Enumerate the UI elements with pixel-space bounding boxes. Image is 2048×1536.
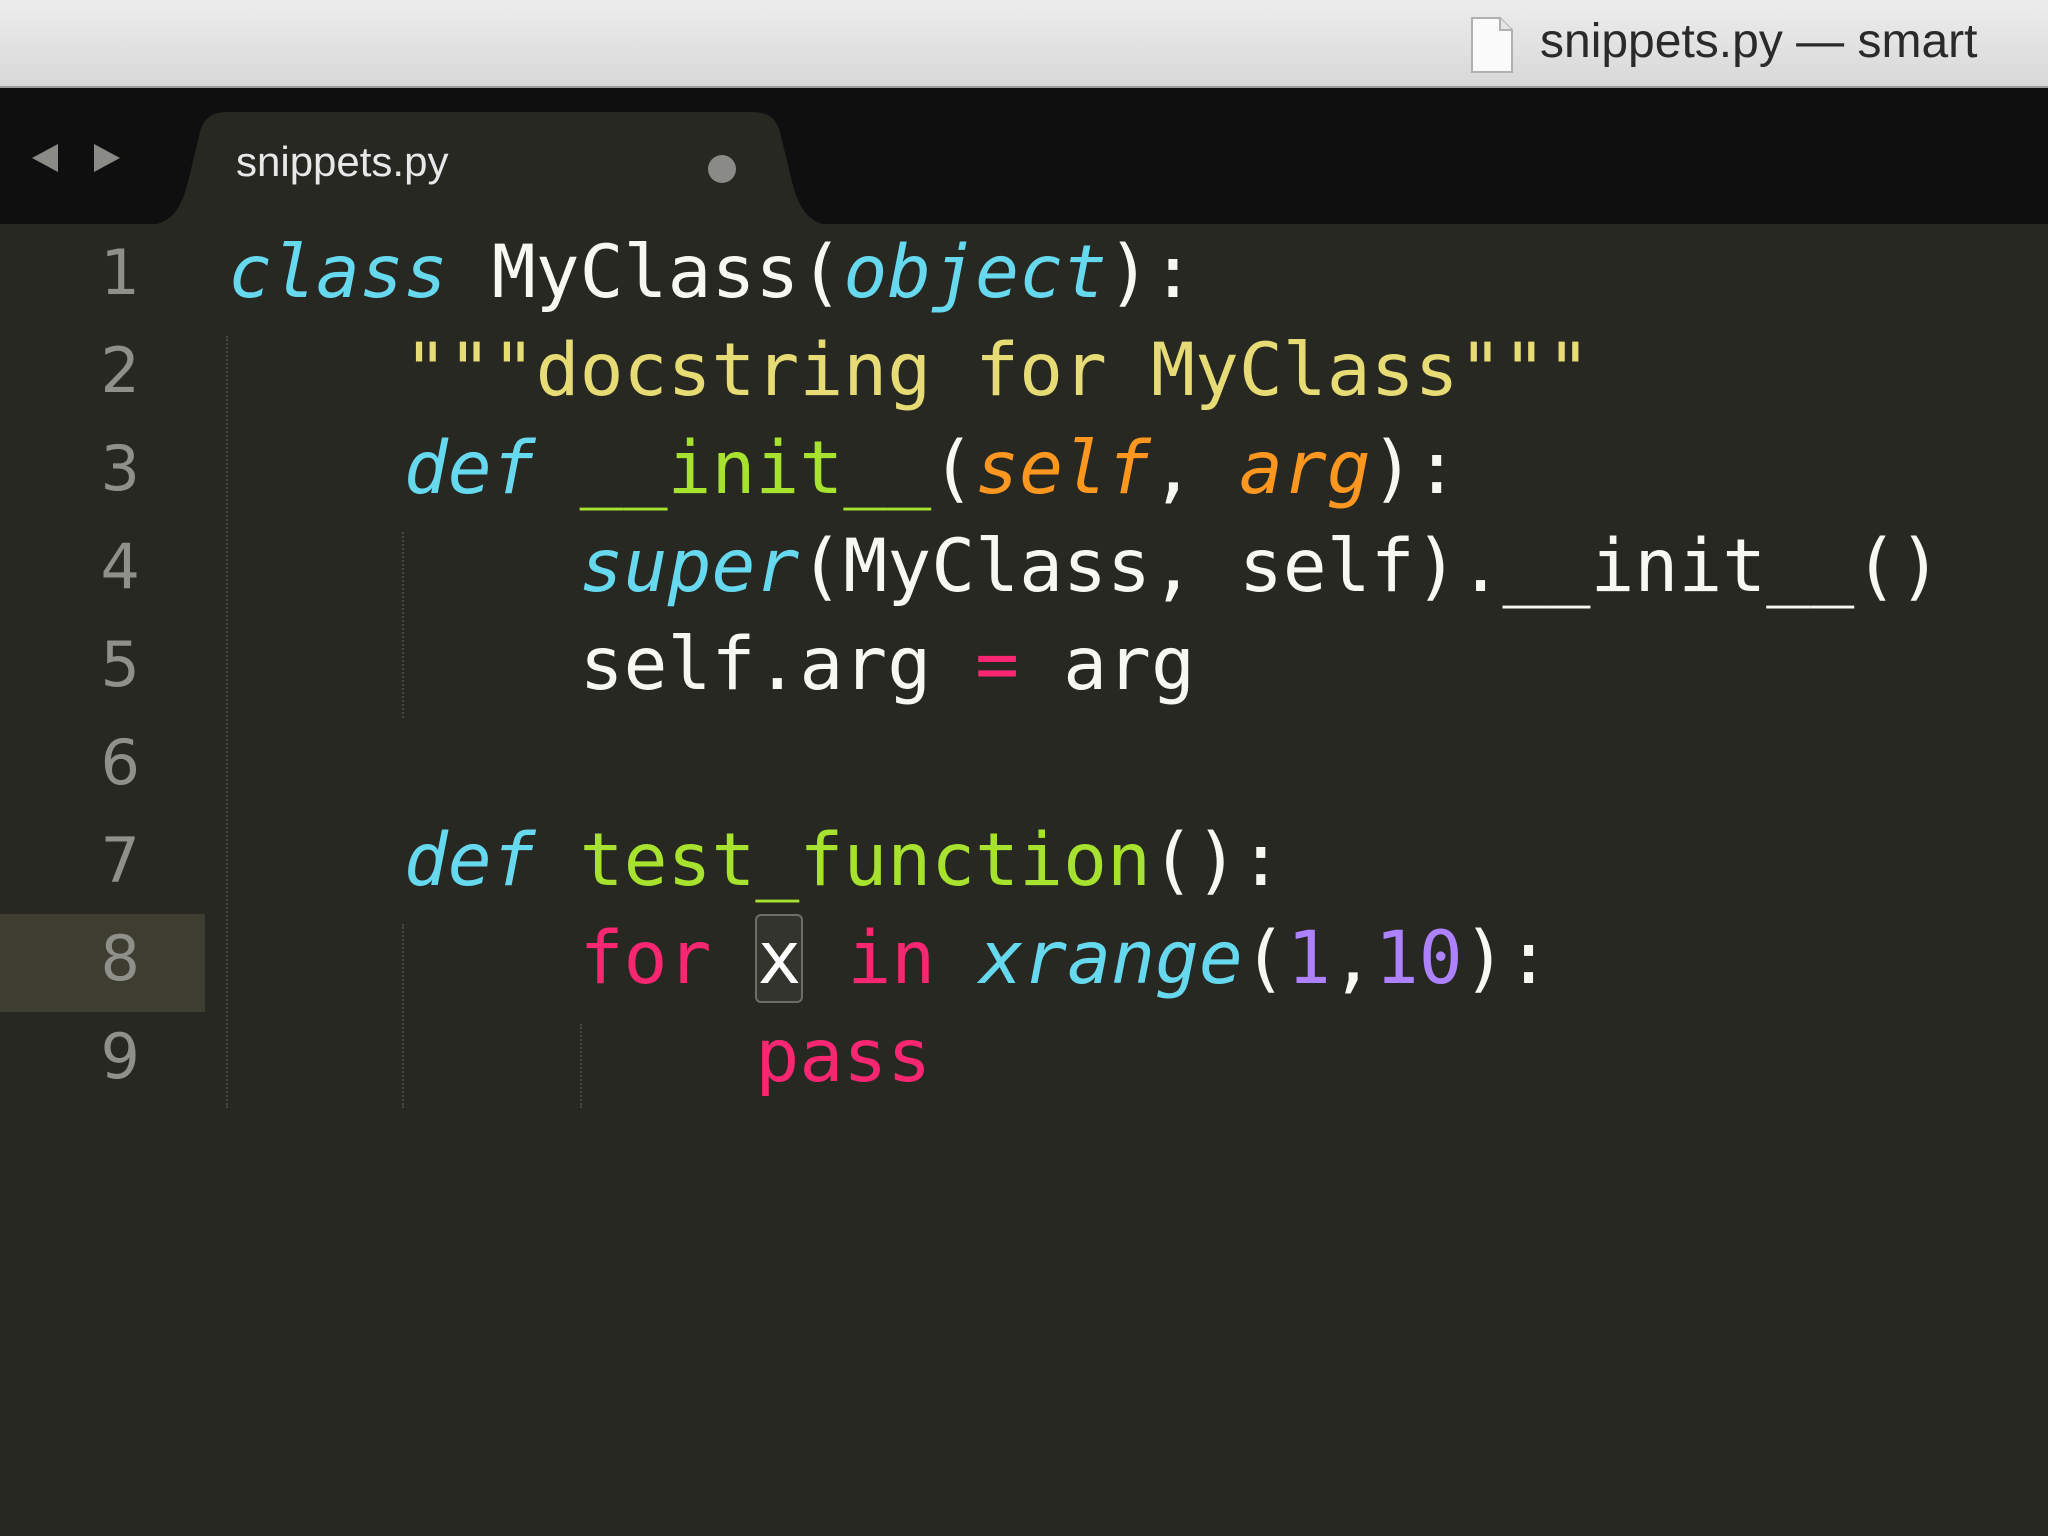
code-line[interactable]: for x in xrange(1,10): xyxy=(228,910,1551,1008)
code-line[interactable]: pass xyxy=(228,1008,931,1106)
line-number: 7 xyxy=(100,824,140,897)
line-number: 8 xyxy=(100,922,140,995)
code-token: xrange xyxy=(979,916,1243,1001)
code-token: (MyClass, self).__init__() xyxy=(799,524,1943,609)
code-token: in xyxy=(847,916,936,1001)
code-token: 10 xyxy=(1374,916,1463,1001)
code-token: super xyxy=(579,524,800,609)
code-line[interactable]: """docstring for MyClass""" xyxy=(228,322,1591,420)
code-token: MyClass( xyxy=(447,230,844,315)
code-token: , xyxy=(1330,916,1375,1001)
title-bar: snippets.py — smart xyxy=(0,0,2048,88)
code-token: def xyxy=(403,818,536,903)
code-token: (): xyxy=(1150,818,1283,903)
code-line[interactable]: self.arg = arg xyxy=(228,616,1195,714)
line-number: 6 xyxy=(100,726,140,799)
code-token: ( xyxy=(1242,916,1287,1001)
line-number: 5 xyxy=(100,628,140,701)
line-number: 2 xyxy=(100,334,140,407)
tab-label[interactable]: snippets.py xyxy=(236,138,448,186)
line-number: 3 xyxy=(100,432,140,505)
code-token: object xyxy=(843,230,1108,315)
code-token: self xyxy=(975,426,1151,511)
code-token: for xyxy=(579,916,712,1001)
code-editor[interactable]: 1 2 3 4 5 6 7 8 9 class MyClass(object): """docs… xyxy=(0,224,2048,1536)
line-number: 4 xyxy=(100,530,140,603)
code-line[interactable]: super(MyClass, self).__init__() xyxy=(228,518,1942,616)
code-token: ( xyxy=(931,426,976,511)
code-token: = xyxy=(975,622,1020,707)
code-token: ): xyxy=(1462,916,1551,1001)
line-number: 9 xyxy=(100,1020,140,1093)
code-token: class xyxy=(228,230,448,315)
line-number: 1 xyxy=(100,236,140,309)
code-token: arg xyxy=(1019,622,1195,707)
triangle-right-icon[interactable] xyxy=(88,140,124,176)
code-token: ): xyxy=(1107,230,1195,315)
code-line[interactable]: def test_function(): xyxy=(228,812,1283,910)
triangle-left-icon[interactable] xyxy=(28,140,64,176)
code-line[interactable]: class MyClass(object): xyxy=(228,224,1195,322)
code-token: """docstring for MyClass""" xyxy=(403,328,1591,413)
code-line[interactable]: def __init__(self, arg): xyxy=(228,420,1459,518)
code-token: pass xyxy=(755,1014,932,1099)
code-token: def xyxy=(403,426,536,511)
code-token: self.arg xyxy=(579,622,976,707)
code-token: arg xyxy=(1238,426,1371,511)
code-token: __init__ xyxy=(579,426,932,511)
tab-bar: snippets.py xyxy=(0,88,2048,226)
editor-window: snippets.py — smart snippets.py 1 2 3 4 5 6 7 8… xyxy=(0,0,2048,1536)
code-token: test_function xyxy=(579,818,1151,903)
code-token: , xyxy=(1151,426,1239,511)
code-token: ): xyxy=(1370,426,1459,511)
dirty-dot-icon[interactable] xyxy=(708,155,736,183)
document-icon xyxy=(1471,17,1513,73)
selected-token: x xyxy=(755,914,804,1003)
window-title: snippets.py — smart xyxy=(1540,15,1978,68)
code-token: 1 xyxy=(1286,916,1331,1001)
